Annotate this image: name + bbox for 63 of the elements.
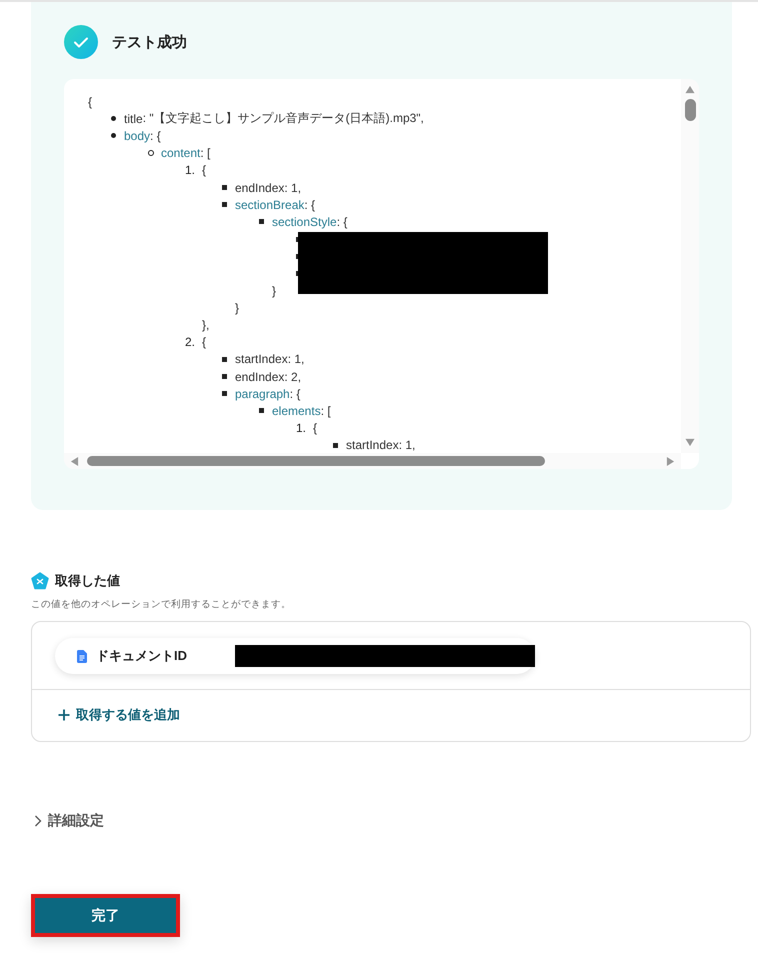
list-bullet [259, 408, 264, 414]
advanced-settings-toggle[interactable]: 詳細設定 [34, 812, 104, 830]
done-button[interactable]: 完了 [31, 894, 180, 937]
json-value: : "【文字起こし】サンプル音声データ(日本語).mp3", [142, 110, 424, 128]
section-description: この値を他のオペレーションで利用することができます。 [31, 598, 292, 611]
success-check-icon [64, 25, 98, 59]
json-value: }, [202, 318, 210, 332]
list-bullet [222, 356, 227, 362]
json-value: } [235, 300, 240, 315]
value-chip[interactable]: ドキュメントID [55, 638, 535, 674]
chevron-icon [34, 815, 42, 827]
list-bullet [222, 202, 227, 208]
json-value: : 1, [288, 352, 304, 366]
json-key: elements [272, 404, 321, 418]
json-key: body [124, 128, 150, 143]
list-bullet [222, 185, 227, 190]
document-icon [77, 650, 87, 662]
list-number: 1. [296, 421, 308, 436]
list-bullet [333, 442, 338, 448]
json-value: { [202, 335, 206, 350]
scroll-up-icon[interactable] [684, 85, 696, 94]
json-value: : [ [320, 404, 331, 418]
json-value: : 1, [284, 180, 302, 195]
json-key: title [124, 112, 143, 126]
json-key: paragraph [235, 386, 290, 401]
horizontal-scrollbar[interactable] [64, 453, 681, 469]
json-key: endIndex [235, 370, 284, 384]
list-bullet [111, 116, 116, 122]
scrollbar-thumb[interactable] [684, 99, 696, 121]
json-value: : 2, [284, 370, 302, 384]
scrollbar-thumb[interactable] [87, 456, 545, 466]
json-value: : [ [200, 146, 210, 160]
list-bullet [222, 374, 227, 380]
list-number: 1. [185, 163, 196, 178]
json-value: : 1, [398, 438, 416, 452]
list-bullet [259, 219, 264, 224]
list-bullet [148, 150, 154, 156]
section-title: 取得した値 [55, 572, 120, 590]
json-value: { [202, 163, 206, 178]
scroll-down-icon[interactable] [684, 438, 696, 447]
pentagon-icon [31, 572, 49, 590]
json-value: : { [290, 386, 300, 401]
json-key: content [161, 146, 200, 160]
add-value-link[interactable]: 取得する値を追加 [32, 690, 180, 741]
json-key: startIndex [346, 438, 399, 452]
plus-icon [58, 709, 70, 721]
scroll-left-icon[interactable] [70, 456, 79, 466]
vertical-scrollbar[interactable] [681, 79, 699, 453]
list-bullet [222, 391, 227, 396]
json-value: : { [336, 214, 348, 229]
scroll-right-icon[interactable] [666, 456, 675, 466]
json-key: sectionBreak [235, 198, 304, 212]
list-bullet [111, 133, 116, 138]
json-value: { [88, 94, 92, 109]
json-key: startIndex [235, 352, 288, 366]
json-value: { [313, 421, 318, 436]
json-value: : { [304, 198, 316, 212]
panel-title: テスト成功 [112, 32, 187, 52]
list-number: 2. [185, 335, 196, 350]
json-key: sectionStyle [272, 214, 337, 229]
json-key: endIndex [235, 180, 284, 195]
json-value: } [272, 284, 276, 298]
json-value: : { [150, 128, 161, 143]
